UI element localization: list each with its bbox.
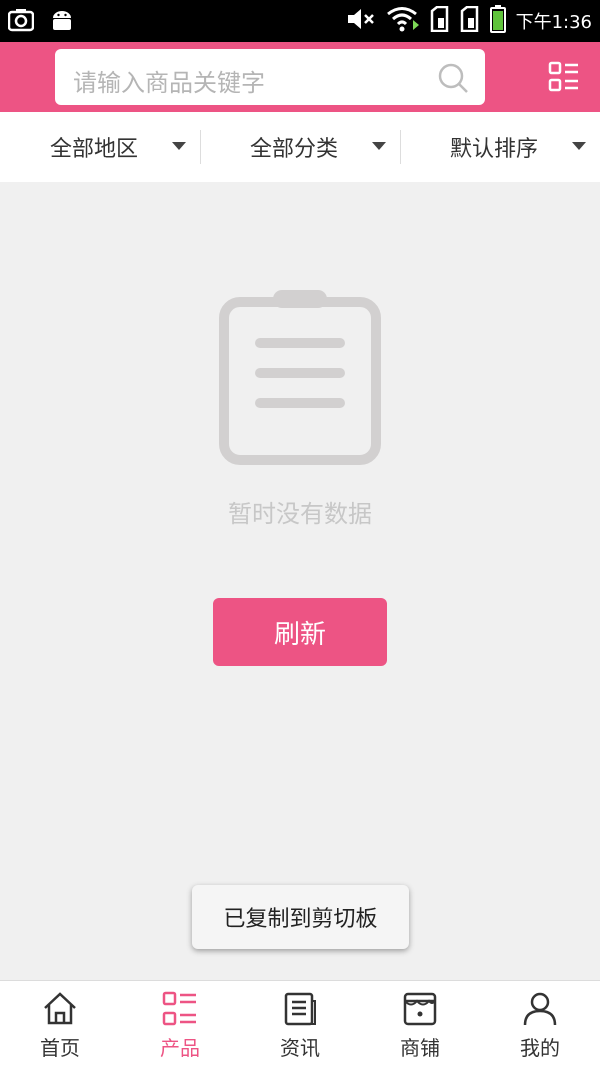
sim-card-icon (460, 5, 480, 36)
nav-home[interactable]: 首页 (0, 981, 120, 1067)
product-list-icon (162, 991, 198, 1027)
filter-category[interactable]: 全部分类 (200, 112, 400, 182)
user-icon (522, 991, 558, 1027)
store-icon (402, 991, 438, 1027)
dropdown-arrow-icon (372, 142, 386, 150)
status-time: 下午1:36 (515, 12, 592, 33)
nav-store-label: 商铺 (400, 1036, 440, 1060)
filter-bar: 全部地区 全部分类 默认排序 (0, 112, 600, 182)
search-icon[interactable] (437, 62, 469, 98)
android-icon (50, 8, 74, 36)
nav-news-label: 资讯 (280, 1036, 320, 1060)
sim-card-icon (430, 5, 450, 36)
dropdown-arrow-icon (572, 142, 586, 150)
battery-icon (489, 5, 506, 37)
nav-product-label: 产品 (160, 1036, 200, 1060)
empty-message: 暂时没有数据 (228, 500, 372, 528)
toast-message: 已复制到剪切板 (192, 885, 409, 949)
search-input[interactable]: 请输入商品关键字 (55, 49, 485, 105)
wifi-icon (386, 6, 420, 36)
nav-product[interactable]: 产品 (120, 981, 240, 1067)
screenshot-icon (7, 8, 35, 36)
mute-icon (346, 7, 376, 35)
top-header: 请输入商品关键字 (0, 42, 600, 112)
nav-mine-label: 我的 (520, 1036, 560, 1060)
filter-category-label: 全部分类 (250, 137, 339, 162)
clipboard-icon (219, 290, 381, 470)
status-bar: 下午1:36 (0, 0, 600, 42)
filter-region[interactable]: 全部地区 (0, 112, 200, 182)
news-icon (282, 991, 318, 1027)
home-icon (42, 991, 78, 1027)
bottom-nav: 首页 产品 资讯 商铺 我的 (0, 980, 600, 1067)
filter-sort[interactable]: 默认排序 (400, 112, 600, 182)
dropdown-arrow-icon (172, 142, 186, 150)
category-menu-icon[interactable] (548, 61, 580, 97)
refresh-button[interactable]: 刷新 (213, 598, 387, 666)
nav-mine[interactable]: 我的 (480, 981, 600, 1067)
nav-home-label: 首页 (40, 1036, 80, 1060)
search-placeholder: 请输入商品关键字 (73, 69, 265, 97)
nav-store[interactable]: 商铺 (360, 981, 480, 1067)
filter-region-label: 全部地区 (50, 137, 139, 162)
filter-sort-label: 默认排序 (450, 137, 539, 162)
nav-news[interactable]: 资讯 (240, 981, 360, 1067)
